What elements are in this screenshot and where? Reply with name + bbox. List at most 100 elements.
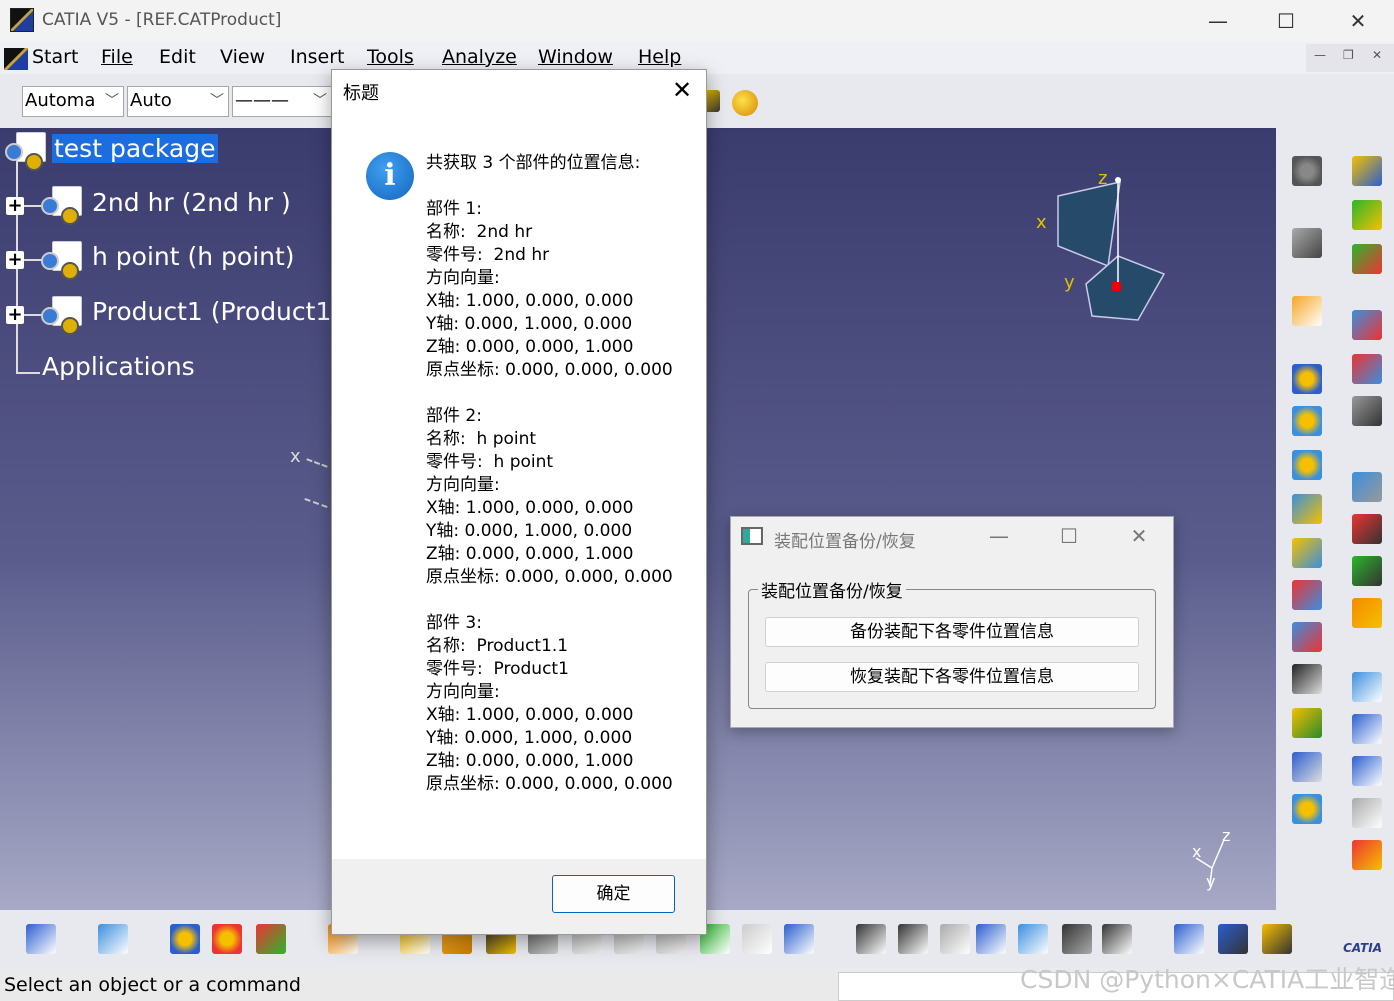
expand-icon[interactable]: + bbox=[6, 306, 24, 324]
ok-button[interactable]: 确定 bbox=[552, 875, 675, 913]
mdi-minimize-button[interactable]: — bbox=[1314, 48, 1326, 62]
coincidence-icon[interactable] bbox=[1352, 244, 1382, 274]
constraint-icon[interactable] bbox=[1352, 156, 1382, 186]
lock-icon[interactable] bbox=[1062, 924, 1092, 954]
message-line: Z轴: 0.000, 0.000, 1.000 bbox=[426, 544, 634, 564]
message-line: 方向向量: bbox=[426, 682, 500, 702]
color-combo[interactable]: Automa ﹀ bbox=[22, 86, 124, 117]
view-icon[interactable] bbox=[1352, 798, 1382, 828]
contact-icon[interactable] bbox=[1352, 310, 1382, 340]
component-icon[interactable] bbox=[41, 186, 82, 225]
gear-icon[interactable] bbox=[1292, 156, 1322, 186]
thickness-combo[interactable]: Auto ﹀ bbox=[127, 86, 229, 117]
axis-label-x: x bbox=[290, 446, 301, 467]
tree-item-applications[interactable]: Applications bbox=[42, 352, 195, 381]
knowledge-advisor-icon[interactable] bbox=[898, 924, 928, 954]
snap-icon[interactable] bbox=[1352, 598, 1382, 628]
material-library-icon[interactable] bbox=[256, 924, 286, 954]
backup-minimize-button[interactable]: — bbox=[984, 524, 1014, 548]
message-line: Y轴: 0.000, 1.000, 0.000 bbox=[426, 728, 633, 748]
component-icon[interactable] bbox=[41, 296, 82, 335]
info-icon: i bbox=[366, 152, 414, 200]
backup-close-button[interactable]: ✕ bbox=[1124, 524, 1154, 548]
minimize-button[interactable]: — bbox=[1198, 6, 1238, 36]
mdi-restore-button[interactable]: ❐ bbox=[1343, 48, 1354, 62]
formula-icon[interactable] bbox=[856, 924, 886, 954]
menu-edit[interactable]: Edit bbox=[159, 46, 196, 68]
menu-window[interactable]: Window bbox=[538, 46, 613, 68]
compass-y-label: y bbox=[1064, 272, 1075, 293]
message-line: 方向向量: bbox=[426, 475, 500, 495]
backup-positions-button[interactable]: 备份装配下各零件位置信息 bbox=[765, 617, 1139, 647]
flag-note-icon[interactable] bbox=[1352, 756, 1382, 786]
tree-item-h-point[interactable]: h point (h point) bbox=[92, 242, 295, 271]
bill-of-material-icon[interactable] bbox=[1292, 752, 1322, 782]
parameter-explorer-icon[interactable] bbox=[1018, 924, 1048, 954]
sheet-icon[interactable] bbox=[98, 924, 128, 954]
numbering-icon[interactable] bbox=[1292, 622, 1322, 652]
scene-icon[interactable] bbox=[212, 924, 242, 954]
explode-icon[interactable] bbox=[1352, 556, 1382, 586]
menu-tools[interactable]: Tools bbox=[367, 46, 414, 68]
expand-icon[interactable]: + bbox=[6, 251, 24, 269]
offset-icon[interactable] bbox=[1352, 354, 1382, 384]
menu-help[interactable]: Help bbox=[638, 46, 681, 68]
product-gear-icon[interactable] bbox=[1292, 406, 1322, 436]
macro-icon[interactable] bbox=[1102, 924, 1132, 954]
component-icon[interactable] bbox=[41, 241, 82, 280]
text-icon[interactable] bbox=[1292, 664, 1322, 694]
component-gear-icon[interactable] bbox=[1292, 364, 1322, 394]
select-icon[interactable] bbox=[1292, 296, 1322, 326]
print-icon[interactable] bbox=[26, 924, 56, 954]
measure-icon[interactable] bbox=[1352, 672, 1382, 702]
annotation-icon[interactable] bbox=[1352, 714, 1382, 744]
tree-root-label[interactable]: test package bbox=[52, 134, 218, 163]
measure-item-icon[interactable] bbox=[1218, 924, 1248, 954]
menu-insert[interactable]: Insert bbox=[290, 46, 345, 68]
sectioning-icon[interactable] bbox=[1352, 840, 1382, 870]
compass-icon[interactable] bbox=[1030, 166, 1170, 330]
catalog-icon[interactable] bbox=[170, 924, 200, 954]
message-line: 部件 2: bbox=[426, 406, 482, 426]
measure-between-icon[interactable] bbox=[1174, 924, 1204, 954]
measure-inertia-icon[interactable] bbox=[1262, 924, 1292, 954]
fix-together-icon[interactable] bbox=[1352, 514, 1382, 544]
backup-maximize-button[interactable]: ☐ bbox=[1054, 524, 1084, 548]
tree-item-product1[interactable]: Product1 (Product1. bbox=[92, 297, 339, 326]
multi-instantiate-icon[interactable] bbox=[1292, 794, 1322, 824]
window-app-icon bbox=[741, 527, 763, 545]
menu-view[interactable]: View bbox=[220, 46, 265, 68]
restore-positions-button[interactable]: 恢复装配下各零件位置信息 bbox=[765, 662, 1139, 692]
mdi-close-button[interactable]: ✕ bbox=[1372, 48, 1382, 62]
dialog-close-button[interactable]: ✕ bbox=[664, 74, 700, 106]
message-line: 方向向量: bbox=[426, 268, 500, 288]
maximize-button[interactable]: ☐ bbox=[1266, 6, 1306, 36]
message-line: X轴: 1.000, 0.000, 0.000 bbox=[426, 705, 634, 725]
fix-icon[interactable] bbox=[1352, 472, 1382, 502]
design-table-icon[interactable] bbox=[976, 924, 1006, 954]
dialog-message: 共获取 3 个部件的位置信息: 部件 1: 名称: 2nd hr 零件号: 2nd … bbox=[426, 152, 696, 796]
redo-icon[interactable] bbox=[742, 924, 772, 954]
message-line: 部件 1: bbox=[426, 199, 482, 219]
part-gear-icon[interactable] bbox=[1292, 450, 1322, 480]
expand-icon[interactable]: + bbox=[6, 197, 24, 215]
insert-existing-icon[interactable] bbox=[1292, 494, 1322, 524]
whats-this-icon[interactable] bbox=[784, 924, 814, 954]
menu-analyze[interactable]: Analyze bbox=[442, 46, 517, 68]
angle-icon[interactable] bbox=[1352, 396, 1382, 426]
update-icon[interactable] bbox=[1352, 200, 1382, 230]
reorder-icon[interactable] bbox=[1292, 580, 1322, 610]
message-line: 名称: 2nd hr bbox=[426, 222, 533, 242]
law-icon[interactable] bbox=[940, 924, 970, 954]
menu-file[interactable]: File bbox=[101, 46, 133, 68]
compass-x-label: x bbox=[1036, 212, 1047, 233]
tree-item-2nd-hr[interactable]: 2nd hr (2nd hr ) bbox=[92, 188, 291, 217]
menu-start[interactable]: Start bbox=[32, 46, 78, 68]
material-icon[interactable] bbox=[732, 90, 758, 116]
replace-icon[interactable] bbox=[1292, 538, 1322, 568]
close-button[interactable]: ✕ bbox=[1338, 6, 1378, 36]
tree-icon[interactable] bbox=[1292, 708, 1322, 738]
manipulate-icon[interactable] bbox=[1292, 228, 1322, 258]
product-icon[interactable] bbox=[5, 132, 46, 171]
linetype-combo[interactable]: ——— ﹀ bbox=[232, 86, 332, 117]
